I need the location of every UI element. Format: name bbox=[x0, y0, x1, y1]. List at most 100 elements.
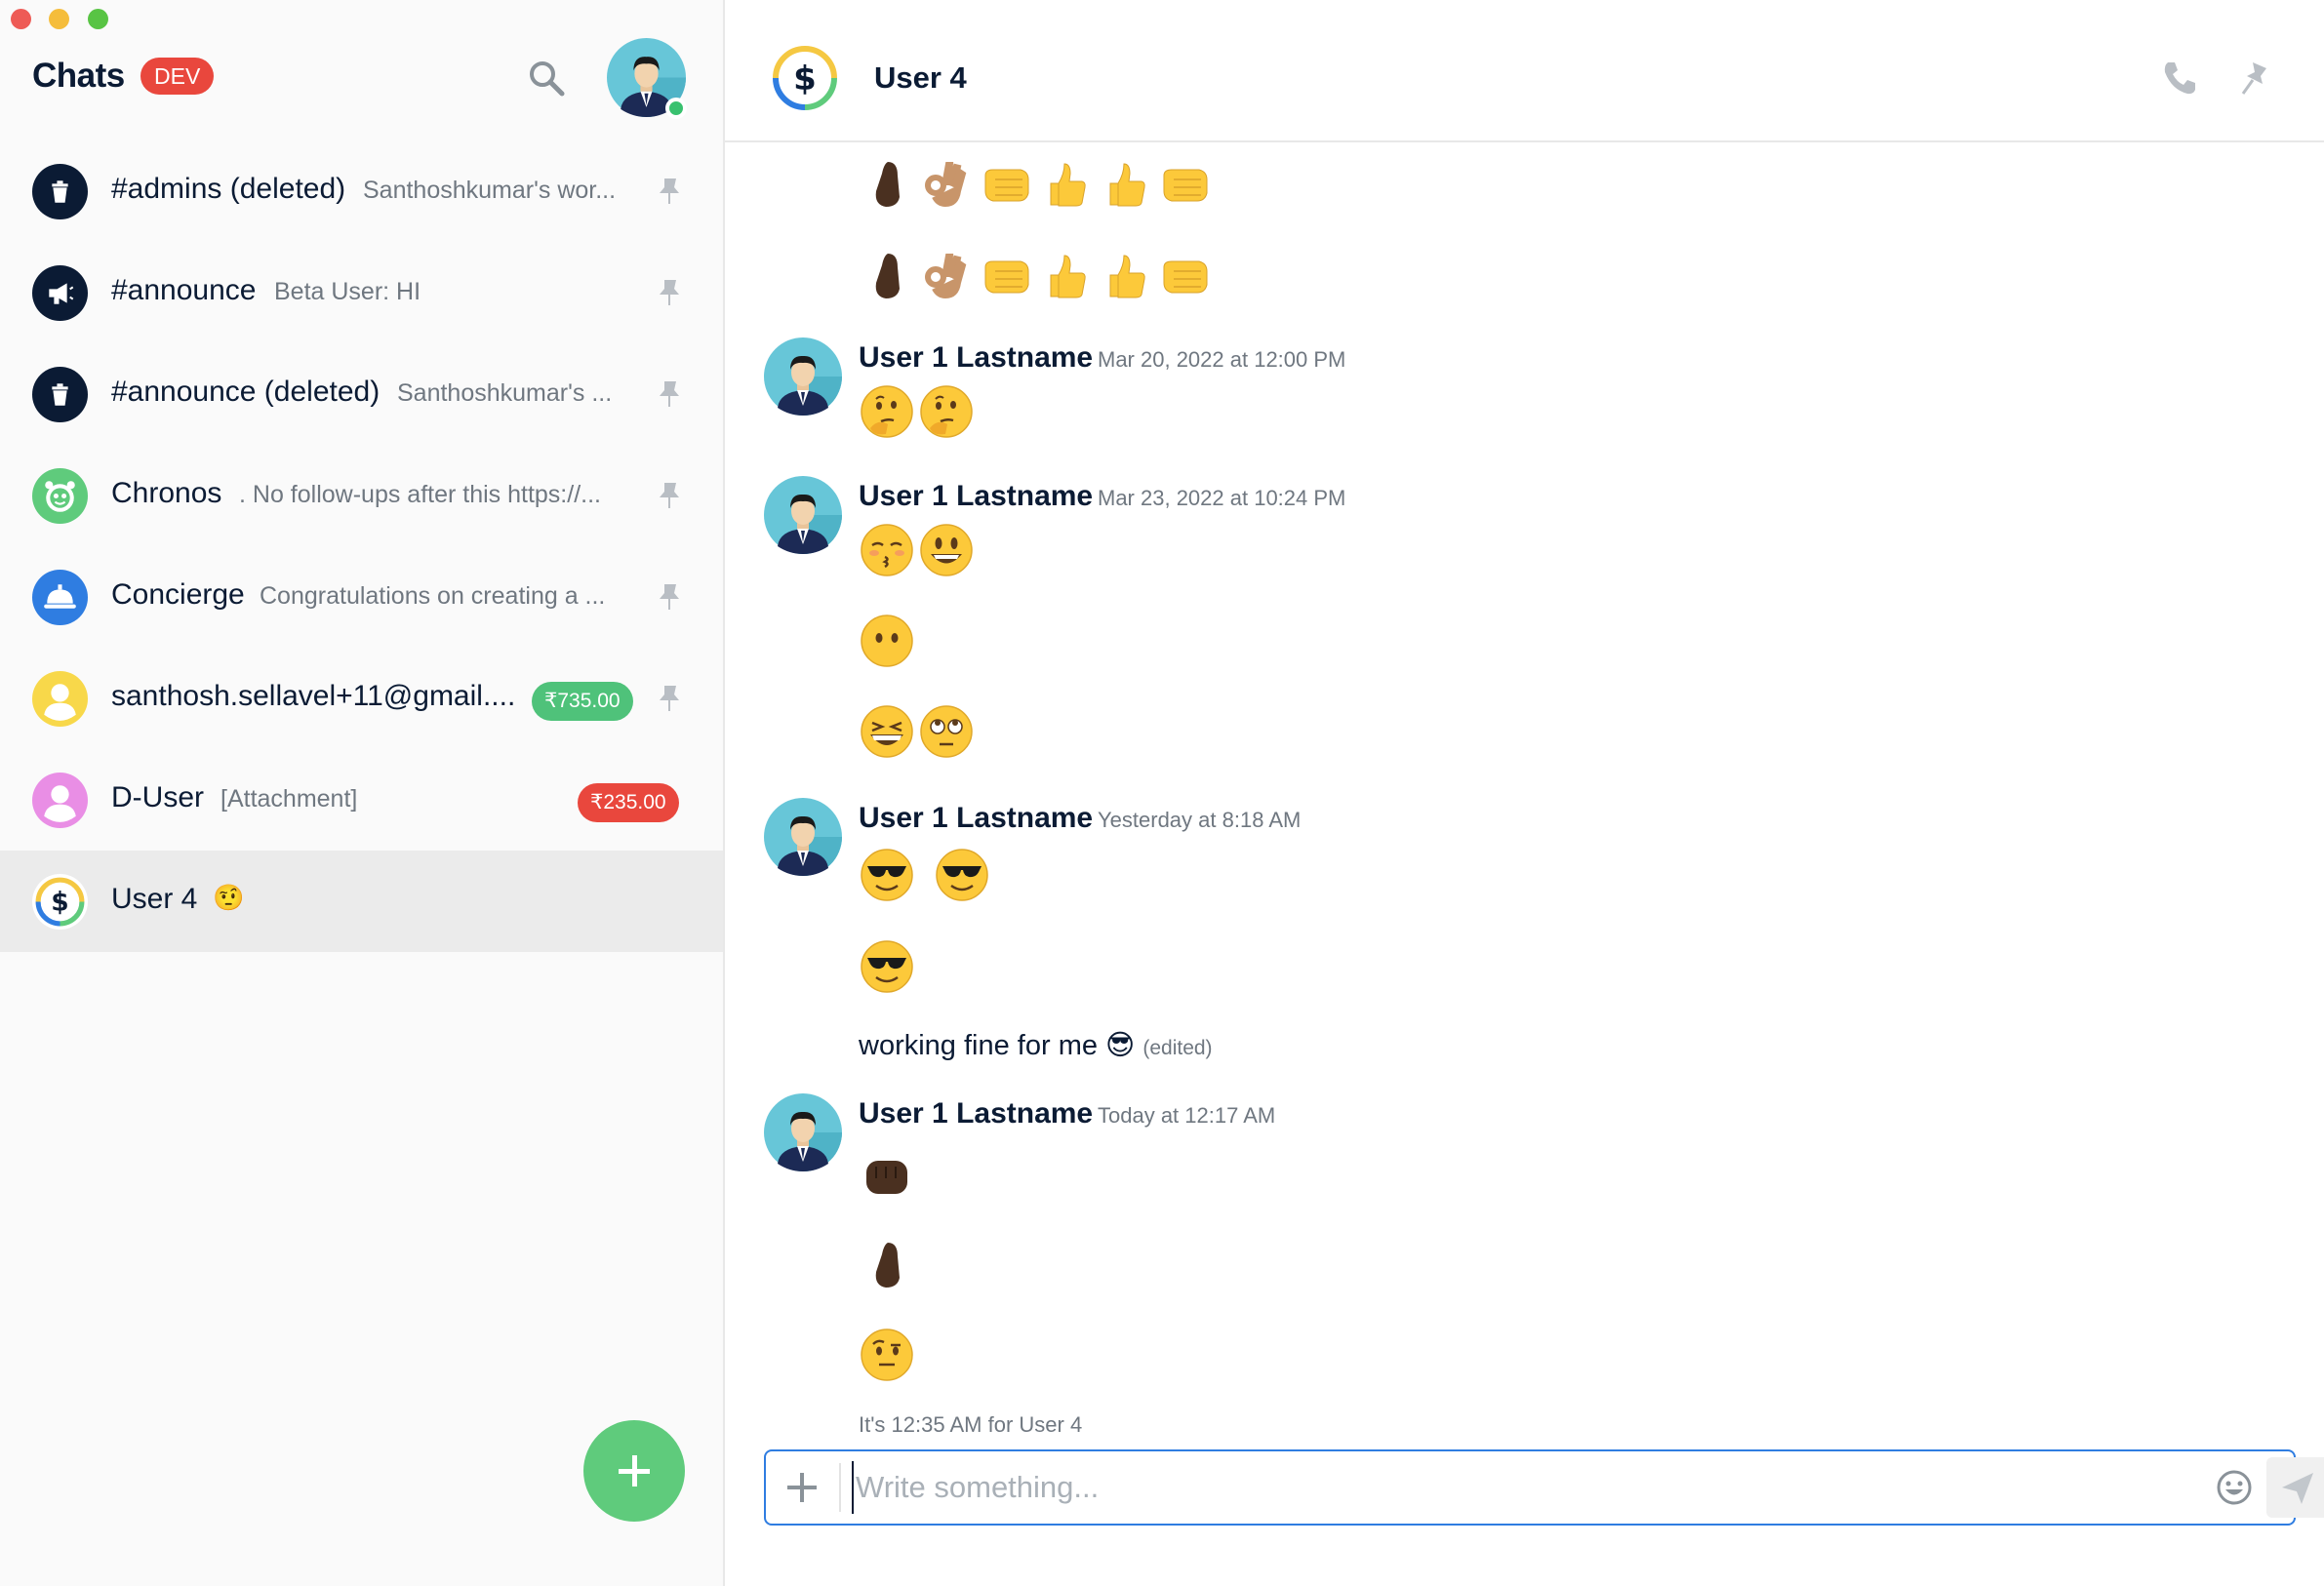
thumbs-up-emoji bbox=[1097, 156, 1153, 213]
megaphone-icon bbox=[32, 265, 88, 321]
left-facing-fist-emoji bbox=[1156, 248, 1213, 304]
chat-row-d-user[interactable]: D-User [Attachment] ₹235.00 bbox=[0, 749, 723, 851]
left-facing-fist-emoji bbox=[978, 156, 1034, 213]
chat-row-name: #announce bbox=[111, 274, 257, 306]
environment-badge: DEV bbox=[140, 58, 215, 95]
message-timestamp: Mar 23, 2022 at 10:24 PM bbox=[1098, 486, 1346, 510]
smiling-face-sunglasses-emoji bbox=[859, 847, 915, 903]
chat-row-name: Chronos bbox=[111, 477, 222, 509]
pin-icon[interactable] bbox=[656, 683, 683, 714]
chat-row-announce-deleted[interactable]: #announce (deleted) Santhoshkumar's ... bbox=[0, 343, 723, 445]
emoji-message bbox=[859, 156, 1216, 218]
chat-row-name: #announce (deleted) bbox=[111, 376, 381, 408]
chat-row-announce[interactable]: #announce Beta User: HI bbox=[0, 242, 723, 343]
concierge-bell-icon bbox=[32, 570, 88, 625]
chat-row-user-4[interactable]: $ User 4 🤨 bbox=[0, 851, 723, 952]
chat-title[interactable]: User 4 bbox=[874, 60, 967, 96]
svg-text:$: $ bbox=[793, 59, 817, 99]
pin-icon[interactable] bbox=[656, 581, 683, 613]
pinched-fingers-dark-emoji bbox=[859, 248, 915, 304]
thinking-face-emoji bbox=[859, 383, 915, 440]
message-avatar[interactable] bbox=[764, 337, 842, 416]
pin-icon[interactable] bbox=[2239, 59, 2274, 98]
chat-list: #admins (deleted) Santhoshkumar's wor...… bbox=[0, 140, 723, 952]
message-avatar[interactable] bbox=[764, 476, 842, 554]
window-minimize-button[interactable] bbox=[49, 9, 69, 29]
emoji-message bbox=[859, 248, 1216, 310]
plus-icon bbox=[619, 1455, 650, 1487]
emoji-message bbox=[859, 383, 978, 446]
emoji-message bbox=[859, 938, 918, 1001]
message-author[interactable]: User 1 Lastname bbox=[859, 802, 1093, 835]
thumbs-up-emoji bbox=[1097, 248, 1153, 304]
ok-hand-medium-emoji bbox=[918, 248, 975, 304]
face-with-rolling-eyes-emoji bbox=[918, 703, 975, 760]
default-user-icon bbox=[32, 773, 88, 828]
message-author[interactable]: User 1 Lastname bbox=[859, 480, 1093, 513]
default-user-icon bbox=[32, 671, 88, 727]
ok-hand-medium-emoji bbox=[918, 156, 975, 213]
chat-row-santhosh[interactable]: santhosh.sellavel+11@gmail.... ₹735.00 bbox=[0, 648, 723, 749]
message-author[interactable]: User 1 Lastname bbox=[859, 1097, 1093, 1130]
dollar-icon: $ bbox=[32, 874, 88, 930]
grinning-squinting-face-emoji bbox=[859, 703, 915, 760]
chat-row-preview: 🤨 bbox=[213, 883, 245, 912]
pin-icon[interactable] bbox=[656, 378, 683, 410]
pin-icon[interactable] bbox=[656, 176, 683, 207]
pinched-fingers-dark-emoji bbox=[859, 1237, 915, 1293]
edited-label: (edited) bbox=[1142, 1037, 1213, 1059]
trash-icon bbox=[32, 164, 88, 219]
pin-icon[interactable] bbox=[656, 277, 683, 308]
chat-row-preview: . No follow-ups after this https://... bbox=[239, 481, 601, 508]
chat-row-chronos[interactable]: Chronos . No follow-ups after this https… bbox=[0, 445, 723, 546]
sidebar: Chats DEV #admins (deleted) Santhoshkuma… bbox=[0, 0, 725, 1586]
message-input[interactable] bbox=[852, 1461, 2120, 1514]
chat-row-name: User 4 bbox=[111, 883, 198, 915]
message-timestamp: Mar 20, 2022 at 12:00 PM bbox=[1098, 347, 1346, 372]
message-avatar[interactable] bbox=[764, 1093, 842, 1171]
face-without-mouth-emoji bbox=[859, 613, 915, 669]
recipient-local-time: It's 12:35 AM for User 4 bbox=[859, 1412, 1083, 1437]
search-icon[interactable] bbox=[527, 59, 566, 98]
chat-row-preview: [Attachment] bbox=[220, 785, 358, 813]
chat-row-name: D-User bbox=[111, 781, 204, 813]
chat-row-concierge[interactable]: Concierge Congratulations on creating a … bbox=[0, 546, 723, 648]
chat-row-preview: Santhoshkumar's ... bbox=[397, 379, 613, 407]
pin-icon[interactable] bbox=[656, 480, 683, 511]
message-author[interactable]: User 1 Lastname bbox=[859, 341, 1093, 375]
emoji-picker-icon[interactable] bbox=[2216, 1469, 2253, 1506]
svg-text:$: $ bbox=[51, 888, 68, 918]
message-avatar[interactable] bbox=[764, 798, 842, 876]
message-timestamp: Yesterday at 8:18 AM bbox=[1098, 808, 1302, 832]
chat-panel: $ User 4 User 1 Lastname Mar 20, 2022 at… bbox=[725, 0, 2324, 1586]
window-close-button[interactable] bbox=[11, 9, 31, 29]
online-status-indicator bbox=[665, 98, 687, 119]
chat-row-name: #admins (deleted) bbox=[111, 173, 346, 205]
thumbs-up-emoji bbox=[1037, 248, 1094, 304]
chat-row-name: Concierge bbox=[111, 578, 245, 611]
kissing-face-emoji bbox=[859, 522, 915, 578]
emoji-message bbox=[859, 703, 978, 766]
chat-header: $ User 4 bbox=[725, 0, 2324, 142]
chat-avatar[interactable]: $ bbox=[770, 43, 840, 113]
chat-row-admins-deleted[interactable]: #admins (deleted) Santhoshkumar's wor... bbox=[0, 140, 723, 242]
emoji-message bbox=[859, 1327, 918, 1389]
phone-icon[interactable] bbox=[2160, 59, 2199, 98]
message-text: working fine for me 😎 (edited) bbox=[859, 1028, 1213, 1062]
trash-icon bbox=[32, 367, 88, 422]
grinning-face-emoji bbox=[918, 522, 975, 578]
send-button[interactable] bbox=[2266, 1457, 2324, 1518]
plus-icon[interactable] bbox=[783, 1469, 821, 1506]
new-chat-button[interactable] bbox=[583, 1420, 685, 1522]
smiling-face-sunglasses-emoji bbox=[934, 847, 990, 903]
emoji-message bbox=[859, 847, 993, 909]
pinched-fingers-dark-emoji bbox=[859, 156, 915, 213]
sidebar-title: Chats bbox=[32, 57, 125, 95]
face-raised-eyebrow-emoji bbox=[859, 1327, 915, 1383]
smiling-face-sunglasses-emoji bbox=[859, 938, 915, 995]
emoji-message bbox=[859, 613, 918, 675]
window-zoom-button[interactable] bbox=[88, 9, 108, 29]
amount-owed-badge: ₹235.00 bbox=[578, 783, 679, 822]
left-facing-fist-emoji bbox=[1156, 156, 1213, 213]
thumbs-up-emoji bbox=[1037, 156, 1094, 213]
